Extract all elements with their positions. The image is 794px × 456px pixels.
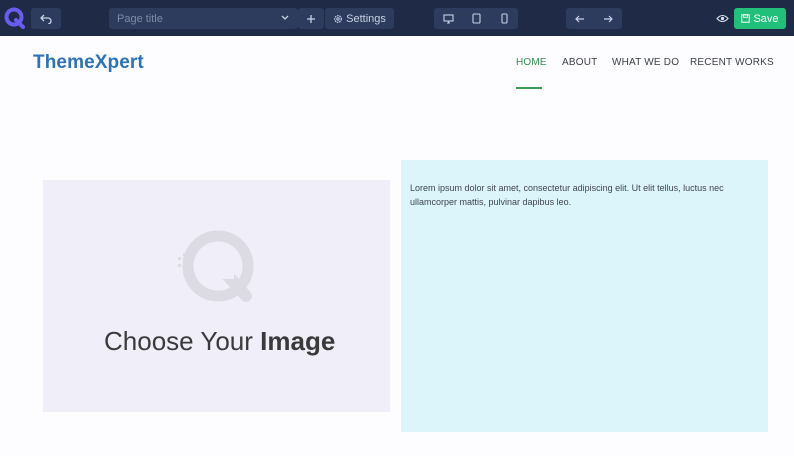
save-button[interactable]: Save bbox=[734, 8, 786, 29]
add-page-button[interactable] bbox=[298, 8, 324, 29]
site-logo[interactable]: ThemeXpert bbox=[33, 52, 144, 74]
history-back-button[interactable] bbox=[566, 8, 594, 29]
nav-recent-works[interactable]: RECENT WORKS bbox=[690, 57, 774, 68]
save-icon bbox=[741, 14, 751, 23]
tablet-icon bbox=[471, 13, 481, 24]
image-placeholder-icon bbox=[178, 230, 254, 302]
image-placeholder-caption: Choose Your Image bbox=[104, 326, 335, 357]
device-switcher bbox=[434, 8, 518, 29]
undo-button[interactable] bbox=[31, 8, 61, 29]
chevron-down-icon[interactable] bbox=[280, 12, 290, 24]
history-forward-button[interactable] bbox=[594, 8, 622, 29]
app-logo-icon[interactable] bbox=[4, 7, 26, 29]
nav-what-we-do[interactable]: WHAT WE DO bbox=[612, 57, 679, 68]
settings-button[interactable]: Settings bbox=[325, 8, 394, 29]
nav-home[interactable]: HOME bbox=[516, 57, 547, 68]
page-title-select[interactable] bbox=[109, 8, 298, 29]
undo-icon bbox=[40, 14, 52, 24]
mobile-icon bbox=[500, 13, 508, 24]
history-controls bbox=[566, 8, 622, 29]
page-title-input[interactable] bbox=[117, 12, 277, 25]
mobile-view-button[interactable] bbox=[490, 8, 518, 29]
caption-light: Choose Your bbox=[104, 326, 253, 356]
nav-about[interactable]: ABOUT bbox=[562, 57, 597, 68]
nav-active-indicator bbox=[516, 87, 542, 89]
arrow-right-icon bbox=[604, 15, 613, 22]
preview-button[interactable] bbox=[714, 11, 730, 25]
arrow-left-icon bbox=[575, 15, 584, 22]
builder-toolbar: Settings bbox=[0, 0, 794, 36]
tablet-view-button[interactable] bbox=[462, 8, 490, 29]
desktop-icon bbox=[442, 13, 454, 24]
gear-icon bbox=[334, 14, 343, 23]
plus-icon bbox=[307, 14, 315, 23]
eye-icon bbox=[715, 14, 729, 22]
desktop-view-button[interactable] bbox=[434, 8, 462, 29]
save-label: Save bbox=[753, 12, 779, 25]
settings-label: Settings bbox=[346, 12, 386, 25]
caption-bold: Image bbox=[260, 326, 336, 356]
body-text[interactable]: Lorem ipsum dolor sit amet, consectetur … bbox=[410, 181, 760, 209]
